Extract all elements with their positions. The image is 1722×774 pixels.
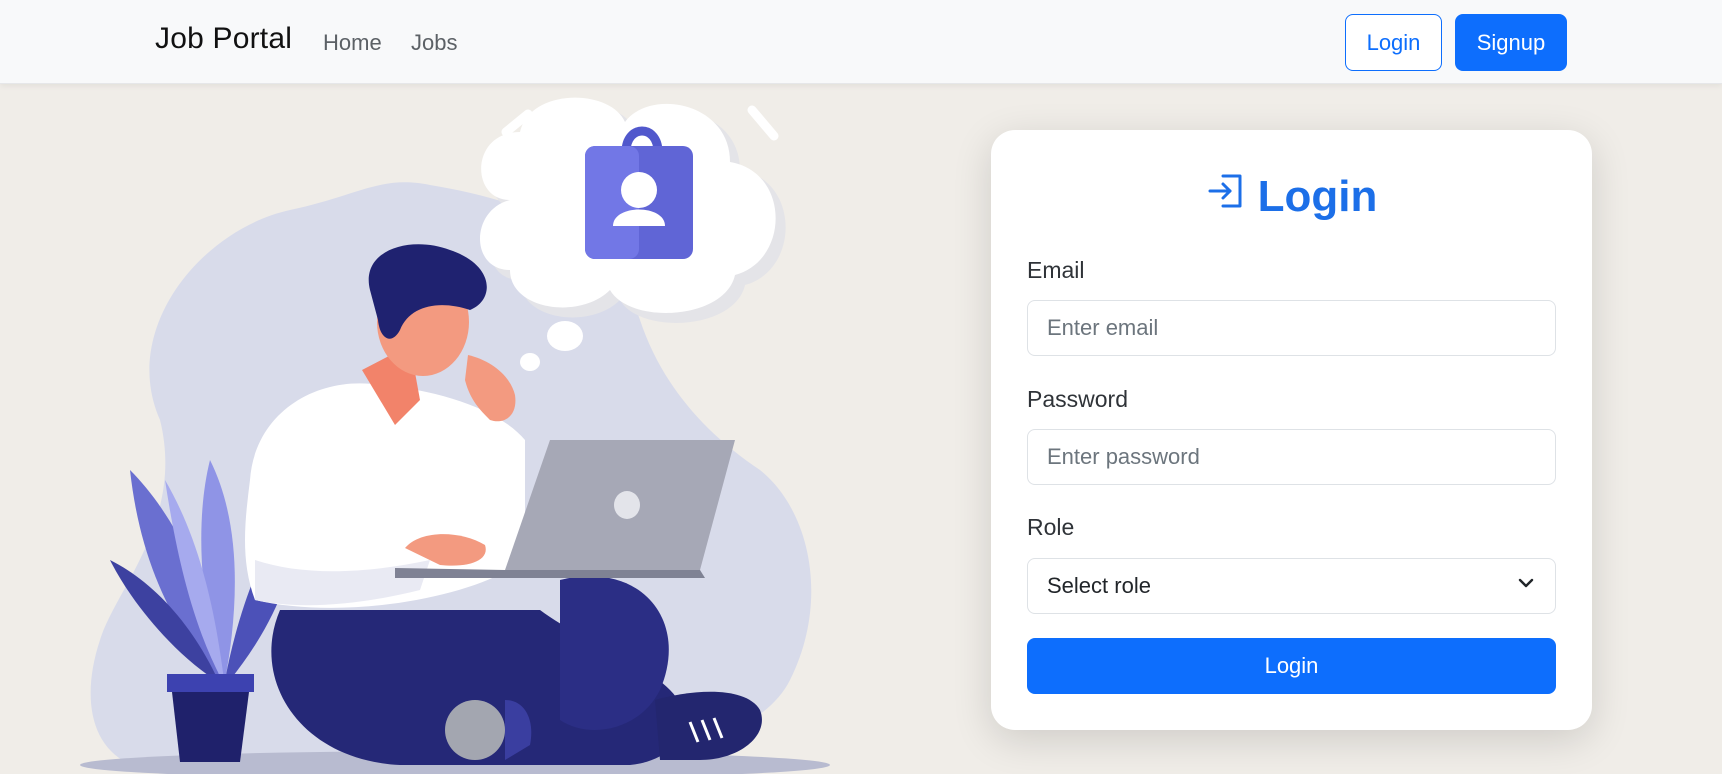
login-card: Login Email Password Role Select role Lo… — [991, 130, 1592, 730]
login-title-text: Login — [1257, 171, 1378, 221]
email-label: Email — [1027, 257, 1085, 283]
email-field[interactable] — [1027, 300, 1556, 356]
login-submit-button[interactable]: Login — [1027, 638, 1556, 694]
role-label: Role — [1027, 514, 1075, 540]
navbar-login-button[interactable]: Login — [1345, 14, 1442, 71]
password-field[interactable] — [1027, 429, 1556, 485]
brand-logo[interactable]: Job Portal — [155, 22, 292, 56]
navbar: Job Portal Home Jobs Login Signup — [0, 0, 1722, 84]
user-badge-icon — [585, 126, 693, 259]
nav-link-home[interactable]: Home — [323, 30, 382, 56]
role-select-value: Select role — [1047, 573, 1151, 598]
chevron-down-icon — [1516, 573, 1536, 599]
login-card-title: Login — [991, 170, 1592, 223]
login-arrow-icon — [1206, 170, 1248, 223]
navbar-signup-button[interactable]: Signup — [1455, 14, 1567, 71]
hero-illustration — [80, 97, 830, 774]
password-label: Password — [1027, 386, 1128, 412]
role-select[interactable]: Select role — [1027, 558, 1556, 614]
nav-link-jobs[interactable]: Jobs — [411, 30, 457, 56]
